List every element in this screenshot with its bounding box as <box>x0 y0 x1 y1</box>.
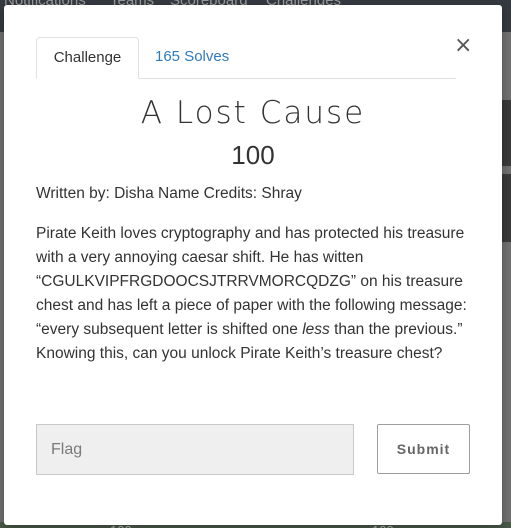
close-icon[interactable]: × <box>454 35 472 57</box>
submit-button[interactable]: Submit <box>377 424 470 474</box>
description-emphasis: less <box>302 321 330 338</box>
challenge-title: A Lost Cause <box>140 95 366 131</box>
flag-input[interactable] <box>36 424 354 475</box>
challenge-modal: Challenge 165 Solves × A Lost Cause 100 … <box>4 5 502 525</box>
challenge-author: Written by: Disha Name Credits: Shray <box>36 185 302 202</box>
tab-challenge[interactable]: Challenge <box>36 37 139 79</box>
modal-tabs: Challenge 165 Solves <box>36 37 456 79</box>
challenge-description: Pirate Keith loves cryptography and has … <box>36 222 476 366</box>
tab-solves[interactable]: 165 Solves <box>139 37 245 79</box>
challenge-points: 100 <box>231 140 275 170</box>
